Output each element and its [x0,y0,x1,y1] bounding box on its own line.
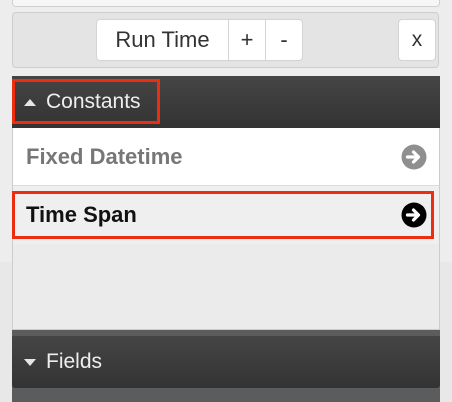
constants-list: Fixed Datetime Time Span [12,128,440,330]
fields-section-header[interactable]: Fields [12,336,440,388]
list-item-fixed-datetime[interactable]: Fixed Datetime [13,128,439,186]
panel-side-left [0,262,12,402]
constants-section-title: Constants [46,90,141,113]
expand-triangle-icon [24,358,36,366]
list-item-time-span[interactable]: Time Span [13,186,439,244]
arrow-right-circle-icon [401,144,427,170]
fields-section-title: Fields [46,350,103,373]
list-item-label: Fixed Datetime [26,144,183,169]
list-item-label: Time Span [26,202,137,227]
arrow-right-circle-icon [401,202,427,228]
run-time-button[interactable]: Run Time [96,19,229,61]
remove-button[interactable]: - [265,19,303,61]
panel-side-right [440,262,452,402]
runtime-toolbar: Run Time + - x [12,12,439,68]
filter-editor-panel: Run Time + - x Constants Fixed Datetime … [0,0,452,402]
constants-section-header[interactable]: Constants [12,76,440,128]
close-button[interactable]: x [398,19,436,61]
collapse-triangle-icon [24,98,36,106]
previous-panel-edge [12,0,440,7]
add-button[interactable]: + [228,19,266,61]
